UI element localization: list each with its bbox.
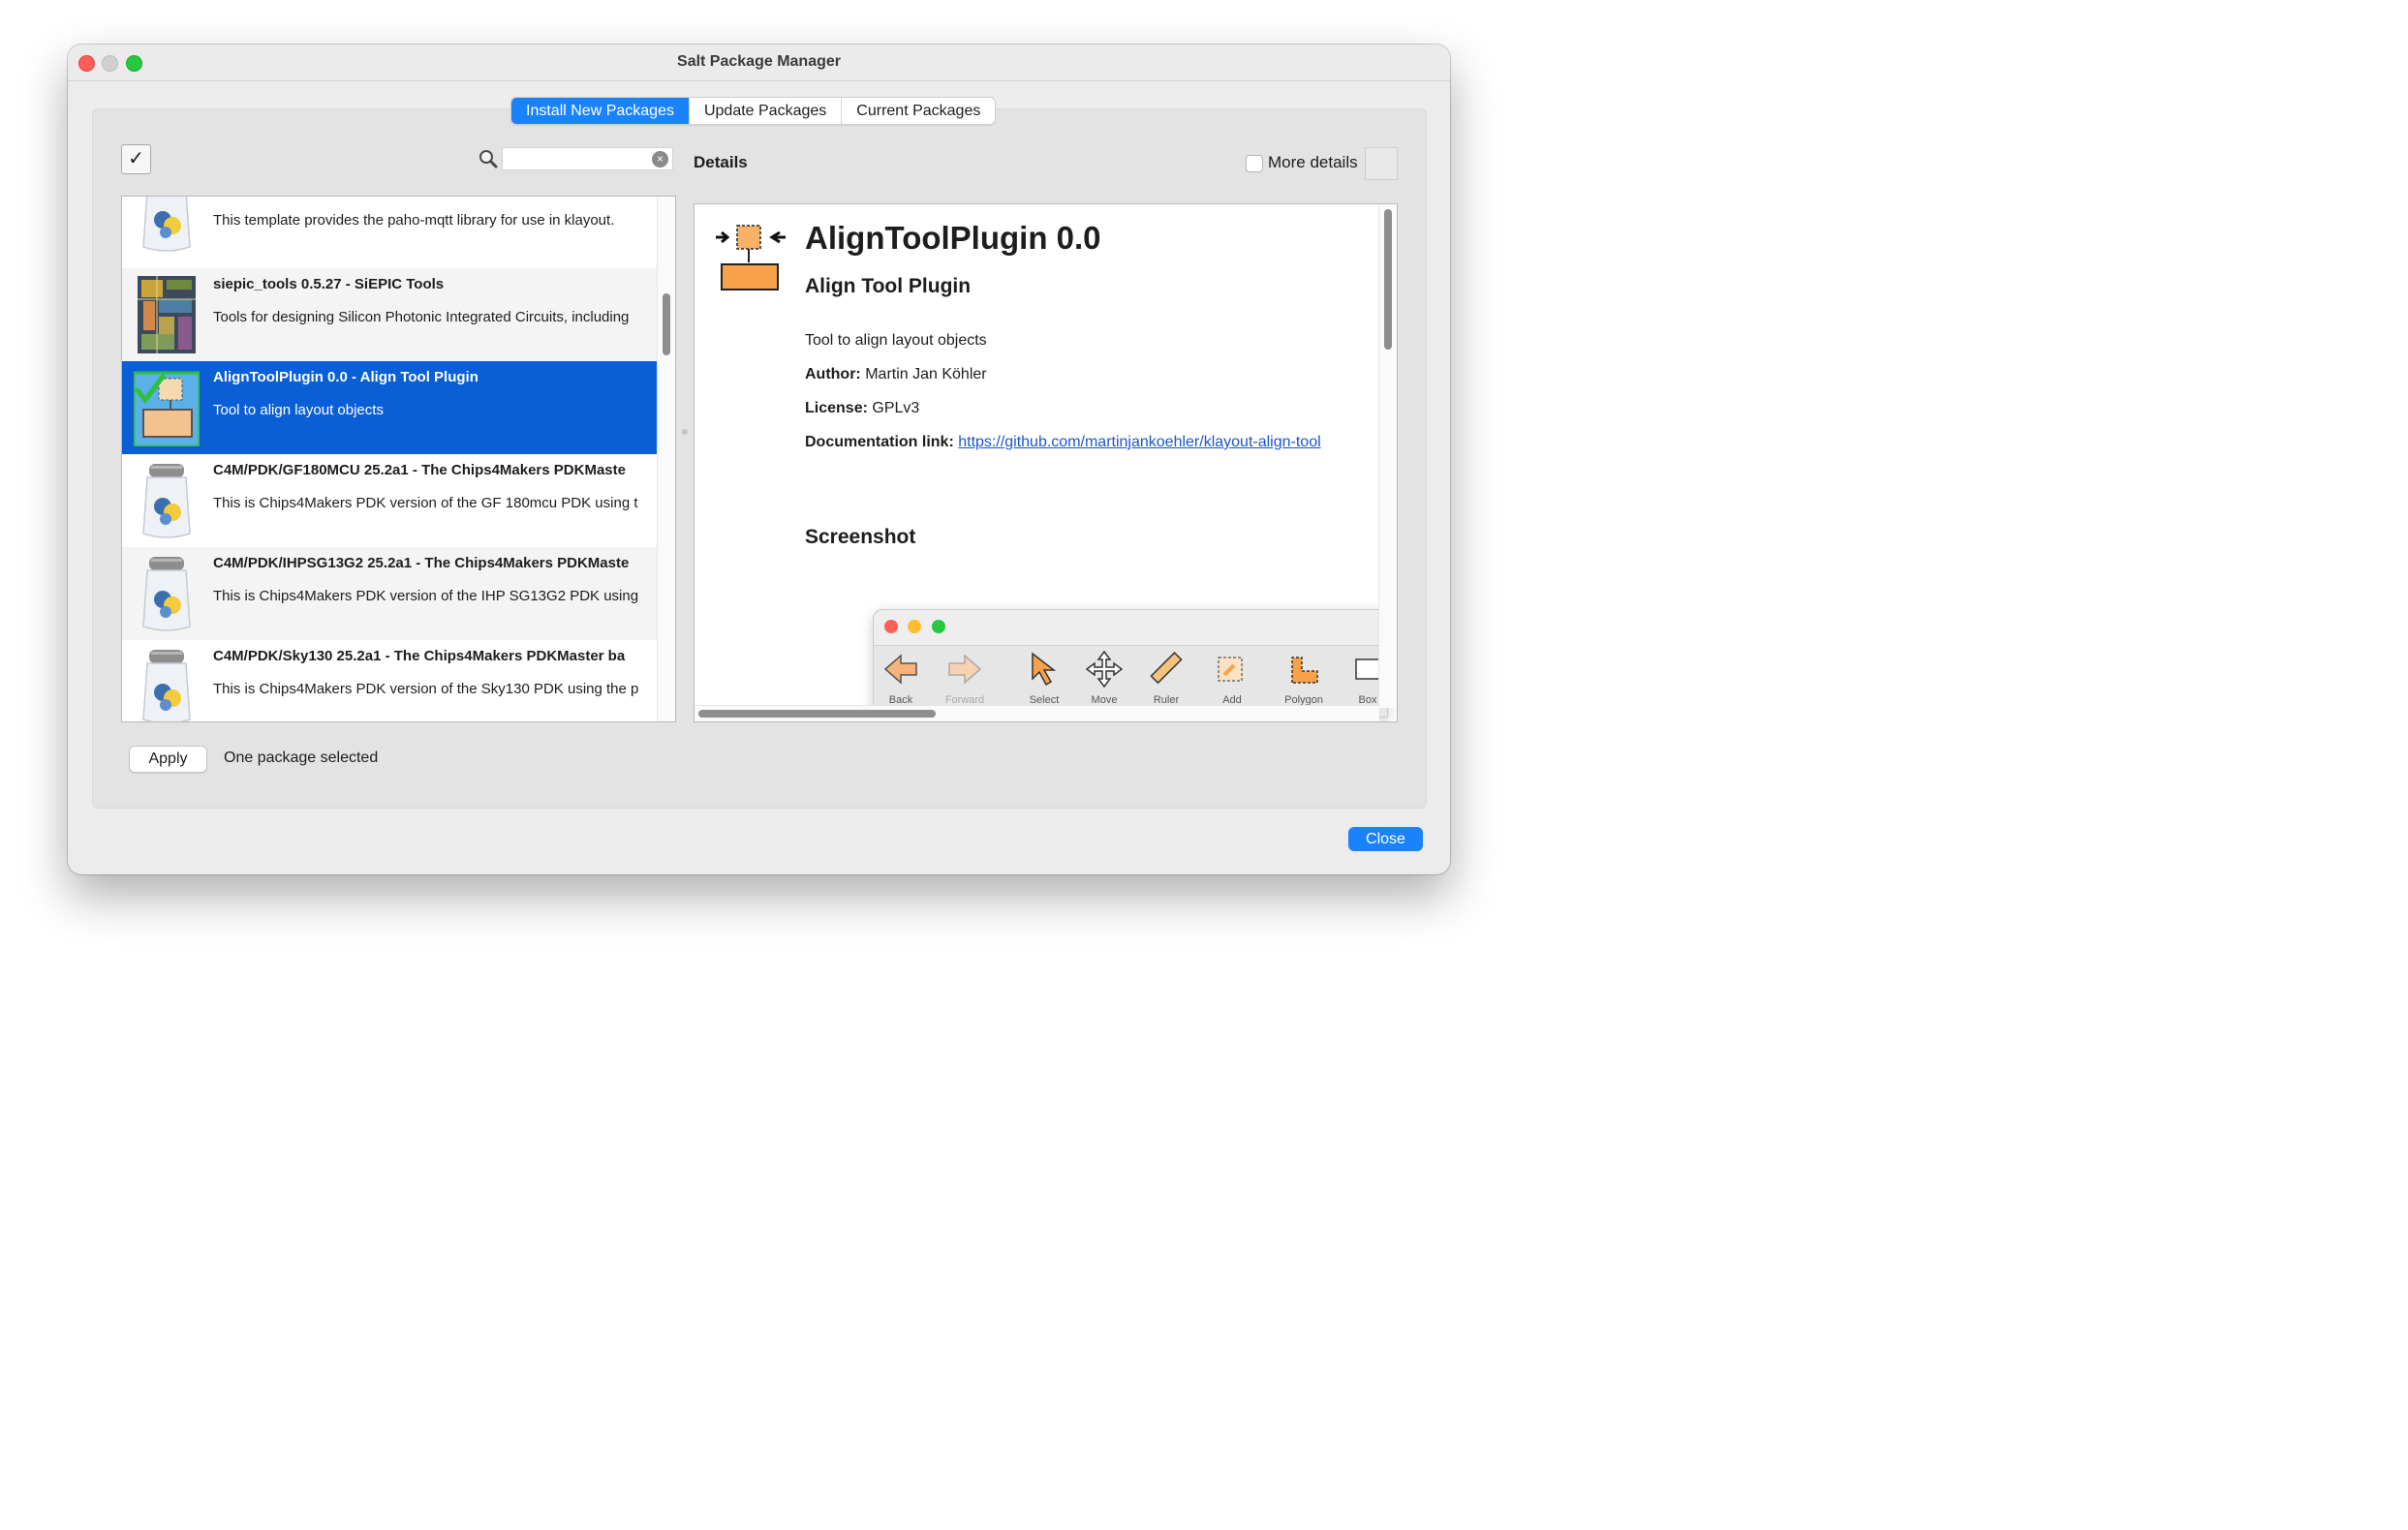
forward-icon: Forward	[938, 650, 992, 706]
package-description: Tools for designing Silicon Photonic Int…	[213, 309, 630, 325]
package-description: This template provides the paho-mqtt lib…	[213, 212, 615, 229]
screenshot-heading: Screenshot	[805, 526, 916, 548]
details-pane[interactable]: AlignToolPlugin 0.0 Align Tool Plugin To…	[694, 203, 1398, 722]
details-author: Author: Martin Jan Köhler	[805, 366, 987, 382]
package-list[interactable]: This template provides the paho-mqtt lib…	[121, 196, 676, 722]
details-documentation: Documentation link: https://github.com/m…	[805, 434, 1321, 450]
details-vertical-scrollbar[interactable]	[1378, 204, 1397, 708]
ruler-icon: Ruler	[1139, 650, 1193, 706]
details-horizontal-scrollbar[interactable]	[695, 705, 1379, 721]
tab-install-new-packages[interactable]: Install New Packages	[511, 98, 690, 124]
details-horizontal-scroll-thumb[interactable]	[698, 710, 936, 718]
package-list-scrollbar[interactable]	[657, 197, 675, 721]
documentation-link[interactable]: https://github.com/martinjankoehler/klay…	[958, 434, 1320, 450]
salt-package-manager-window: Salt Package Manager Install New Package…	[68, 45, 1450, 874]
tab-update-packages[interactable]: Update Packages	[690, 98, 843, 124]
select-arrow-icon: Select	[1017, 650, 1071, 706]
package-list-item[interactable]: This template provides the paho-mqtt lib…	[122, 197, 657, 260]
move-icon: Move	[1077, 650, 1131, 706]
salt-shaker-icon	[142, 197, 191, 252]
package-list-item[interactable]: siepic_tools 0.5.27 - SiEPIC Tools Tools…	[122, 268, 657, 361]
details-vertical-scroll-thumb[interactable]	[1384, 209, 1392, 350]
salt-shaker-icon	[142, 649, 191, 721]
screenshot-image: Back Forward Select Move Ruler Add Polyg…	[873, 609, 1388, 718]
package-name: C4M/PDK/GF180MCU 25.2a1 - The Chips4Make…	[213, 462, 626, 478]
package-list-item[interactable]: C4M/PDK/Sky130 25.2a1 - The Chips4Makers…	[122, 640, 657, 721]
more-details-button[interactable]	[1365, 147, 1398, 180]
more-details-checkbox[interactable]	[1246, 155, 1263, 172]
package-description: This is Chips4Makers PDK version of the …	[213, 588, 639, 604]
salt-shaker-icon	[142, 556, 191, 631]
package-list-item[interactable]: C4M/PDK/GF180MCU 25.2a1 - The Chips4Make…	[122, 454, 657, 547]
details-label: Details	[694, 153, 748, 171]
polygon-icon: Polygon	[1277, 650, 1331, 706]
clear-search-icon[interactable]: ×	[652, 151, 668, 168]
details-subtitle: Align Tool Plugin	[805, 275, 972, 297]
select-all-checkbox[interactable]: ✓	[121, 144, 151, 174]
close-button[interactable]: Close	[1348, 827, 1423, 851]
more-details-label[interactable]: More details	[1268, 153, 1358, 172]
details-license: License: GPLv3	[805, 400, 920, 416]
status-text: One package selected	[224, 750, 379, 766]
align-tool-icon	[134, 371, 200, 446]
apply-button[interactable]: Apply	[129, 746, 207, 773]
chip-layout-icon	[138, 276, 196, 353]
package-list-item-selected[interactable]: AlignToolPlugin 0.0 - Align Tool Plugin …	[122, 361, 657, 454]
details-title: AlignToolPlugin 0.0	[805, 220, 1101, 256]
search-icon	[479, 150, 498, 168]
package-name: C4M/PDK/Sky130 25.2a1 - The Chips4Makers…	[213, 648, 626, 664]
package-description: This is Chips4Makers PDK version of the …	[213, 681, 639, 697]
search-input[interactable]	[502, 147, 673, 170]
title-bar[interactable]: Salt Package Manager	[68, 45, 1450, 81]
details-description: Tool to align layout objects	[805, 332, 987, 349]
salt-shaker-icon	[142, 463, 191, 538]
package-name: AlignToolPlugin 0.0 - Align Tool Plugin	[213, 369, 479, 385]
package-list-scroll-thumb[interactable]	[663, 293, 670, 355]
tab-current-packages[interactable]: Current Packages	[842, 98, 995, 124]
add-icon: Add	[1205, 650, 1259, 706]
package-list-item[interactable]: C4M/PDK/IHPSG13G2 25.2a1 - The Chips4Mak…	[122, 547, 657, 640]
package-description: This is Chips4Makers PDK version of the …	[213, 495, 638, 511]
tab-bar: Install New Packages Update Packages Cur…	[510, 97, 997, 125]
package-name: siepic_tools 0.5.27 - SiEPIC Tools	[213, 276, 445, 292]
package-name: C4M/PDK/IHPSG13G2 25.2a1 - The Chips4Mak…	[213, 555, 630, 571]
back-icon: Back	[874, 650, 928, 706]
window-title: Salt Package Manager	[677, 53, 841, 70]
package-description: Tool to align layout objects	[213, 402, 384, 418]
splitter-handle[interactable]	[682, 429, 688, 435]
align-tool-icon	[716, 225, 786, 291]
